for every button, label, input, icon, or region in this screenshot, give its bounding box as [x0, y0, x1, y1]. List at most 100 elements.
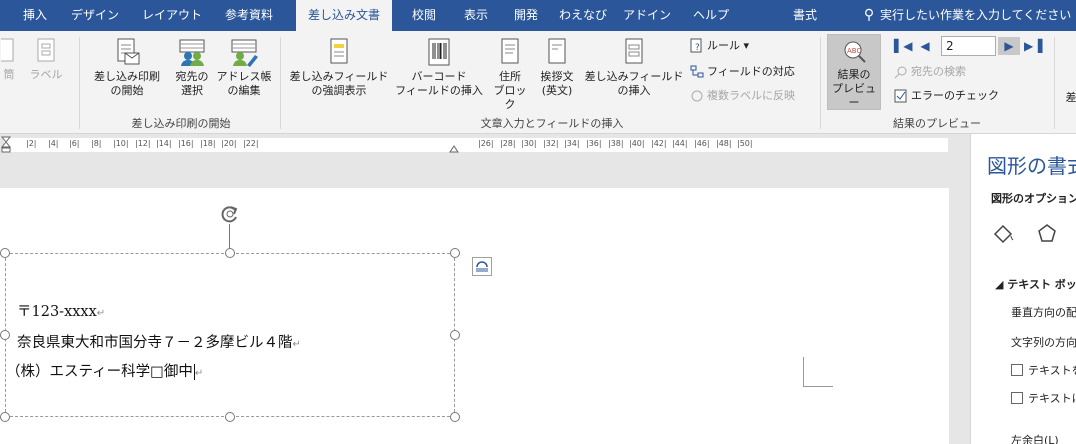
- edit-recipient-list-button[interactable]: アドレス帳 の編集: [215, 37, 273, 98]
- preview-results-label: 結果の プレビュー: [832, 68, 876, 109]
- insert-barcode-field-label: バーコード フィールドの挿入: [395, 70, 483, 97]
- rules-icon: ?: [690, 38, 702, 53]
- next-record-button[interactable]: ▶: [998, 37, 1020, 55]
- street-address-line[interactable]: 奈良県東大和市国分寺７－２多摩ビル４階↵: [17, 331, 301, 352]
- finish-merge-button-partial[interactable]: 差: [1064, 91, 1076, 105]
- fill-line-icon[interactable]: [991, 222, 1017, 246]
- tell-me-search[interactable]: ⚲ 実行したい作業を入力してください: [858, 0, 1071, 31]
- address-block-button[interactable]: 住所 ブロック: [490, 37, 530, 112]
- start-mail-merge-button[interactable]: 差し込み印刷 の開始: [86, 37, 168, 98]
- ruler-tick-label: |16|: [178, 139, 194, 148]
- previous-record-button[interactable]: ◀: [918, 37, 932, 55]
- group-separator: [1054, 37, 1055, 129]
- resize-handle-top-right[interactable]: [450, 248, 460, 258]
- resize-shape-to-fit-option[interactable]: テキストに合わせて図形のサイズを調整する(E): [1011, 390, 1076, 406]
- ruler-tick-label: |14|: [156, 139, 172, 148]
- postal-code-line[interactable]: 〒123-xxxx↵: [17, 300, 105, 321]
- resize-shape-to-fit-label: テキストに合わせて図形のサイズを調整する(E): [1028, 392, 1076, 405]
- first-record-button[interactable]: ▌◀: [894, 37, 912, 55]
- right-indent-marker-icon[interactable]: [448, 136, 460, 154]
- effects-icon[interactable]: [1035, 222, 1059, 246]
- ribbon-tab-bar: 挿入 デザイン レイアウト 参考資料 差し込み文書 校閲 表示 開発 わえなび …: [0, 0, 1076, 31]
- address-text-box[interactable]: 〒123-xxxx↵ 奈良県東大和市国分寺７－２多摩ビル４階↵ （株）エスティー…: [5, 253, 455, 417]
- ruler-tick-label: |50|: [737, 139, 753, 148]
- tab-view[interactable]: 表示: [458, 0, 494, 31]
- checkbox[interactable]: [1011, 392, 1023, 404]
- insert-merge-field-button[interactable]: 差し込みフィールド の挿入: [582, 37, 686, 98]
- ruler-tick-label: |40|: [629, 139, 645, 148]
- find-recipient-button[interactable]: 宛先の検索: [894, 63, 966, 81]
- start-mail-merge-group-label: 差し込み印刷の開始: [131, 117, 231, 130]
- label-icon: [37, 38, 55, 62]
- greeting-line-icon: [548, 38, 566, 64]
- format-shape-pane: 図形の書式設定 図形のオプション ◢ テキスト ボックス 垂直方向の配置 文字列…: [970, 134, 1076, 444]
- resize-handle-top-left[interactable]: [0, 248, 10, 258]
- postal-code-text: 〒123-xxxx: [17, 304, 97, 320]
- tab-insert[interactable]: 挿入: [18, 0, 52, 31]
- ruler-tick-label: |30|: [521, 139, 537, 148]
- tab-design[interactable]: デザイン: [66, 0, 124, 31]
- tab-references[interactable]: 参考資料: [218, 0, 280, 31]
- rotate-icon: [221, 206, 238, 223]
- checkbox[interactable]: [1011, 364, 1023, 376]
- rules-label: ルール: [707, 39, 740, 52]
- tab-waenavi[interactable]: わえなび: [558, 0, 608, 31]
- labels-label: ラベル: [29, 68, 63, 81]
- tab-developer[interactable]: 開発: [508, 0, 544, 31]
- tab-format[interactable]: 書式: [778, 0, 832, 31]
- rotate-handle[interactable]: [220, 204, 240, 224]
- resize-handle-left[interactable]: [0, 330, 10, 340]
- resize-handle-bottom-left[interactable]: [0, 412, 10, 422]
- shape-options-tab[interactable]: 図形のオプション: [991, 190, 1076, 206]
- insert-barcode-field-button[interactable]: バーコード フィールドの挿入: [391, 37, 487, 98]
- layout-options-button[interactable]: [472, 257, 492, 276]
- preview-results-icon: ABC: [844, 41, 866, 63]
- tab-addins[interactable]: アドイン: [622, 0, 672, 31]
- resize-handle-bottom-right[interactable]: [450, 412, 460, 422]
- find-recipient-label: 宛先の検索: [911, 65, 966, 78]
- ruler-tick-label: |36|: [586, 139, 602, 148]
- tab-review[interactable]: 校閲: [406, 0, 442, 31]
- check-errors-button[interactable]: エラーのチェック: [894, 87, 999, 105]
- tab-help[interactable]: ヘルプ: [686, 0, 736, 31]
- resize-handle-bottom[interactable]: [225, 412, 235, 422]
- labels-button[interactable]: ラベル: [28, 35, 64, 82]
- select-recipients-label: 宛先の 選択: [175, 70, 209, 97]
- envelope-icon: [1, 38, 14, 62]
- resize-handle-top[interactable]: [225, 248, 235, 258]
- vertical-alignment-label: 垂直方向の配置: [1011, 306, 1076, 319]
- update-labels-icon: [691, 90, 703, 102]
- text-box-section-header[interactable]: ◢ テキスト ボックス: [995, 276, 1076, 292]
- resize-handle-right[interactable]: [450, 330, 460, 340]
- record-number-input[interactable]: 2: [941, 36, 996, 56]
- match-fields-button[interactable]: フィールドの対応: [690, 63, 795, 81]
- margin-corner-mark: [803, 357, 833, 387]
- greeting-line-button[interactable]: 挨拶文 (英文): [534, 37, 580, 98]
- text-direction-label: 文字列の方向: [1011, 336, 1076, 349]
- tab-mailings[interactable]: 差し込み文書: [296, 0, 392, 31]
- last-record-button[interactable]: ▶▐: [1024, 37, 1042, 55]
- indent-marker-icon[interactable]: [0, 136, 12, 154]
- ruler-tick-label: |12|: [135, 139, 151, 148]
- ruler-tick-label: |6|: [69, 139, 80, 148]
- address-block-label: 住所 ブロック: [493, 70, 527, 111]
- insert-merge-field-label: 差し込みフィールド の挿入: [584, 70, 684, 97]
- document-area: 〒123-xxxx↵ 奈良県東大和市国分寺７－２多摩ビル４階↵ （株）エスティー…: [0, 156, 970, 444]
- select-recipients-button[interactable]: 宛先の 選択: [168, 37, 216, 98]
- do-not-rotate-text-label: テキストを回転させない: [1028, 364, 1076, 377]
- envelopes-button[interactable]: 筒: [0, 35, 18, 82]
- collapse-arrow-icon: ◢: [995, 278, 1008, 291]
- do-not-rotate-text-option[interactable]: テキストを回転させない: [1011, 362, 1076, 378]
- update-labels-button[interactable]: 複数ラベルに反映: [690, 87, 795, 105]
- horizontal-ruler[interactable]: |2| |4| |6| |8| |10| |12| |14| |16| |18| |20| |22|…: [0, 134, 970, 156]
- tab-layout[interactable]: レイアウト: [138, 0, 206, 31]
- text-box-section-label: テキスト ボックス: [1007, 278, 1076, 291]
- ruler-tick-label: |8|: [91, 139, 102, 148]
- rules-button[interactable]: ? ルール ▾: [690, 37, 749, 55]
- ruler-tick-label: |2|: [26, 139, 37, 148]
- ruler-tick-label: |46|: [694, 139, 710, 148]
- search-icon: [894, 66, 907, 79]
- group-separator: [280, 37, 281, 129]
- company-line[interactable]: （株）エスティー科学□御中 ↵: [6, 360, 203, 381]
- highlight-merge-fields-button[interactable]: 差し込みフィールド の強調表示: [287, 37, 391, 98]
